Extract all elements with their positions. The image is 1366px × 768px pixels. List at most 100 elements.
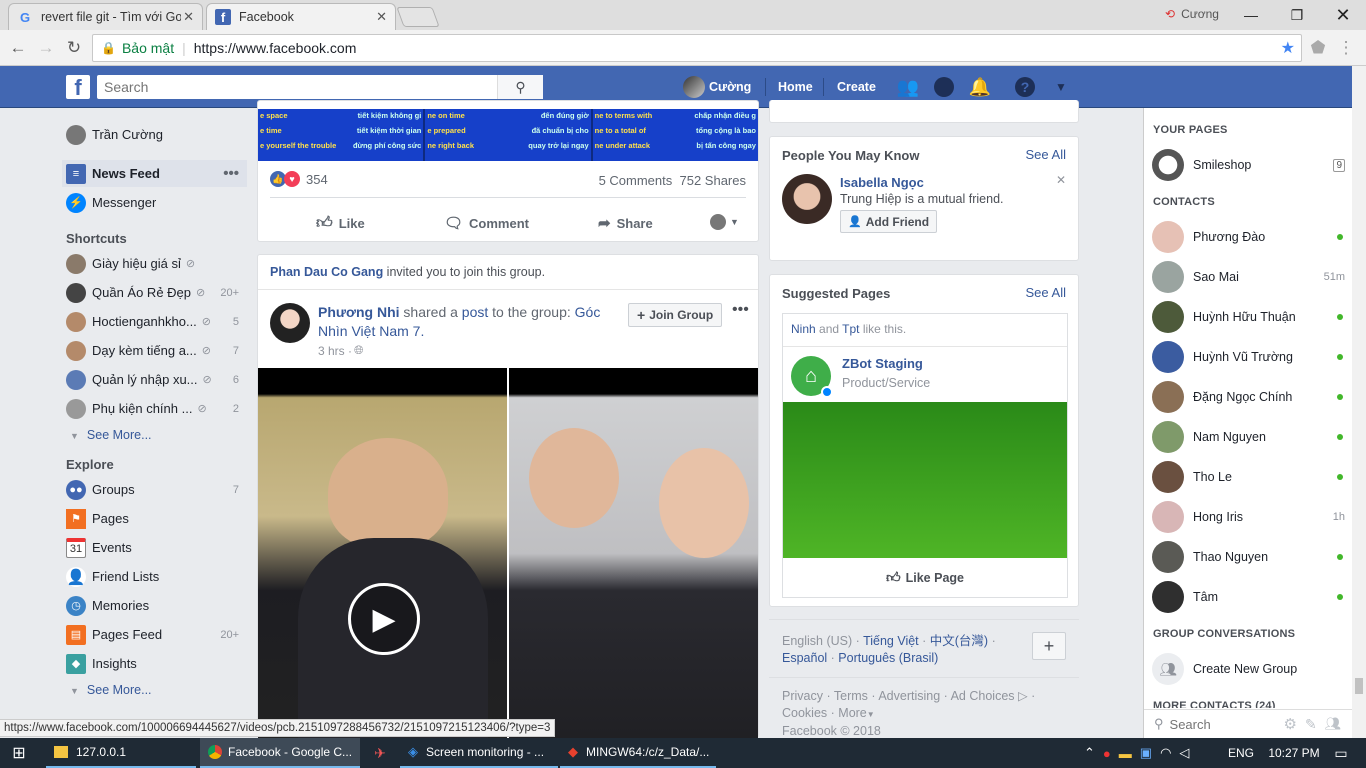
footer-link[interactable]: Advertising	[878, 689, 940, 703]
reactions-summary[interactable]: 👍 ♥ 354	[270, 171, 328, 187]
scrollbar-thumb[interactable]	[1355, 678, 1363, 694]
extension-icon[interactable]: ⬟	[1306, 36, 1330, 60]
forward-button[interactable]: →	[34, 36, 58, 60]
shortcut-item[interactable]: Quần Áo Rẻ Đẹp ⊘ 20+	[62, 279, 247, 306]
window-close-button[interactable]: ✕	[1320, 0, 1366, 30]
search-input[interactable]	[97, 79, 497, 95]
friend-link[interactable]: Ninh	[791, 322, 816, 336]
messenger-icon[interactable]	[932, 76, 956, 98]
windows-start-icon[interactable]: ⊞	[0, 738, 38, 768]
shortcut-item[interactable]: Phụ kiện chính ... ⊘ 2	[62, 395, 247, 422]
contact-item[interactable]: Huỳnh Hữu Thuận	[1152, 297, 1347, 337]
see-all-link[interactable]: See All	[1026, 285, 1066, 300]
like-page-button[interactable]: 👍︎ Like Page	[783, 558, 1067, 597]
sidebar-item-insights[interactable]: ◆ Insights	[62, 650, 247, 677]
sidebar-item-memories[interactable]: ◷ Memories	[62, 592, 247, 619]
close-icon[interactable]: ✕	[376, 9, 387, 25]
post-link[interactable]: post	[462, 304, 488, 320]
notifications-bell-icon[interactable]: 🔔	[968, 76, 992, 98]
friend-name-link[interactable]: Isabella Ngọc	[840, 175, 924, 190]
join-group-button[interactable]: + Join Group	[628, 303, 723, 327]
contact-item[interactable]: Đặng Ngọc Chính	[1152, 377, 1347, 417]
reload-button[interactable]: ↻	[62, 36, 86, 60]
see-all-link[interactable]: See All	[1026, 147, 1066, 162]
post-image-banner[interactable]: e space tiết kiệm không gi e time tiết kiệ…	[258, 109, 758, 161]
taskbar-item[interactable]: 127.0.0.1	[46, 738, 196, 768]
more-languages-button[interactable]: +	[1032, 632, 1066, 660]
sidebar-item-friend-lists[interactable]: 👤 Friend Lists	[62, 563, 247, 590]
tab-google-search[interactable]: G revert file git - Tìm với Go ✕	[8, 3, 203, 30]
poster-avatar[interactable]	[270, 303, 310, 343]
inviter-link[interactable]: Phan Dau Co Gang	[270, 265, 383, 279]
shortcut-item[interactable]: Hoctienganhkho... ⊘ 5	[62, 308, 247, 335]
contact-item[interactable]: Phương Đào	[1152, 217, 1347, 257]
footer-link[interactable]: Cookies	[782, 706, 827, 720]
contact-item[interactable]: Tâm	[1152, 577, 1347, 617]
see-more-explore-link[interactable]: ▼ See More...	[70, 683, 152, 697]
contact-item[interactable]: Thao Nguyen	[1152, 537, 1347, 577]
language-link[interactable]: 中文(台灣)	[930, 634, 988, 648]
taskbar-app-icon[interactable]: ✈	[362, 738, 398, 768]
search-box[interactable]: ⚲	[97, 75, 543, 99]
page-cover-image[interactable]	[783, 402, 1067, 558]
taskbar-item[interactable]: Facebook - Google C...	[200, 738, 360, 768]
footer-link[interactable]: More	[838, 706, 866, 720]
gear-icon[interactable]: ⚙	[1284, 715, 1297, 733]
comment-button[interactable]: 🗨︎ Comment	[444, 214, 529, 232]
bookmark-star-icon[interactable]: ★	[1281, 38, 1295, 58]
post-options-icon[interactable]: •••	[732, 301, 749, 319]
comments-count[interactable]: 5 Comments	[599, 173, 673, 188]
create-new-group-button[interactable]: 👥︎ Create New Group	[1152, 649, 1347, 689]
footer-link[interactable]: Terms	[834, 689, 868, 703]
clock[interactable]: 10:27 PM	[1255, 738, 1325, 768]
contact-item[interactable]: Hong Iris 1h	[1152, 497, 1347, 537]
friend-requests-icon[interactable]: 👥	[896, 76, 920, 98]
maximize-button[interactable]: ❐	[1274, 0, 1320, 30]
page-item[interactable]: Smileshop 9	[1152, 145, 1347, 185]
taskbar-item[interactable]: ◆ MINGW64:/c/z_Data/...	[560, 738, 716, 768]
sidebar-item-pages[interactable]: ⚑ Pages	[62, 505, 247, 532]
close-icon[interactable]: ✕	[183, 9, 194, 25]
new-tab-button[interactable]	[396, 7, 440, 27]
minimize-button[interactable]: —	[1228, 0, 1274, 30]
share-button[interactable]: ➦ Share	[598, 214, 653, 232]
search-icon[interactable]: ⚲	[497, 75, 543, 99]
footer-link[interactable]: Ad Choices	[951, 689, 1015, 703]
language-link[interactable]: Tiếng Việt	[863, 634, 919, 648]
account-menu-icon[interactable]: ▼	[1049, 76, 1073, 98]
like-button[interactable]: 👍︎ Like	[316, 214, 365, 233]
profile-link[interactable]: Trần Cường	[62, 121, 247, 148]
sidebar-item-events[interactable]: 31 Events	[62, 534, 247, 561]
friend-link[interactable]: Tpt	[842, 322, 859, 336]
page-name-link[interactable]: ZBot Staging	[842, 356, 923, 371]
language-indicator[interactable]: ENG	[1220, 738, 1260, 768]
video-thumbnail[interactable]	[509, 368, 758, 739]
post-timestamp[interactable]: 3 hrs · 🌐︎	[318, 343, 364, 358]
tab-facebook[interactable]: f Facebook ✕	[206, 3, 396, 30]
contact-item[interactable]: Nam Nguyen	[1152, 417, 1347, 457]
shortcut-item[interactable]: Dạy kèm tiếng a... ⊘ 7	[62, 337, 247, 364]
sidebar-item-groups[interactable]: ●● Groups 7	[62, 476, 247, 503]
compose-icon[interactable]: ✎	[1305, 716, 1317, 733]
video-thumbnail[interactable]: ▶	[258, 368, 507, 739]
facebook-logo-icon[interactable]: f	[66, 75, 90, 99]
sidebar-item-news-feed[interactable]: ≡ News Feed •••	[62, 160, 247, 187]
new-group-icon[interactable]: 👥︎	[1325, 716, 1342, 732]
chat-search-bar[interactable]: ⚲ ⚙ ✎ 👥︎	[1144, 709, 1352, 738]
address-bar[interactable]: 🔒 Bảo mật | https://www.facebook.com ★	[92, 34, 1302, 62]
shares-count[interactable]: 752 Shares	[680, 173, 747, 188]
contact-item[interactable]: Tho Le	[1152, 457, 1347, 497]
taskbar-item[interactable]: ◈ Screen monitoring - ...	[400, 738, 558, 768]
contact-item[interactable]: Sao Mai 51m	[1152, 257, 1347, 297]
shortcut-item[interactable]: Quản lý nhập xu... ⊘ 6	[62, 366, 247, 393]
play-icon[interactable]: ▶	[348, 583, 420, 655]
sidebar-item-pages-feed[interactable]: ▤ Pages Feed 20+	[62, 621, 247, 648]
page-scrollbar[interactable]	[1352, 66, 1366, 738]
language-link[interactable]: Español	[782, 651, 827, 665]
more-options-icon[interactable]: •••	[223, 165, 239, 182]
help-icon[interactable]: ?	[1013, 76, 1037, 98]
language-link[interactable]: Português (Brasil)	[838, 651, 938, 665]
notifications-icon[interactable]: ▭	[1322, 738, 1352, 768]
system-tray-icons[interactable]: ⌃ ● ▬ ▣ ◠ ◁	[1076, 738, 1226, 768]
poster-name-link[interactable]: Phương Nhi	[318, 304, 400, 320]
